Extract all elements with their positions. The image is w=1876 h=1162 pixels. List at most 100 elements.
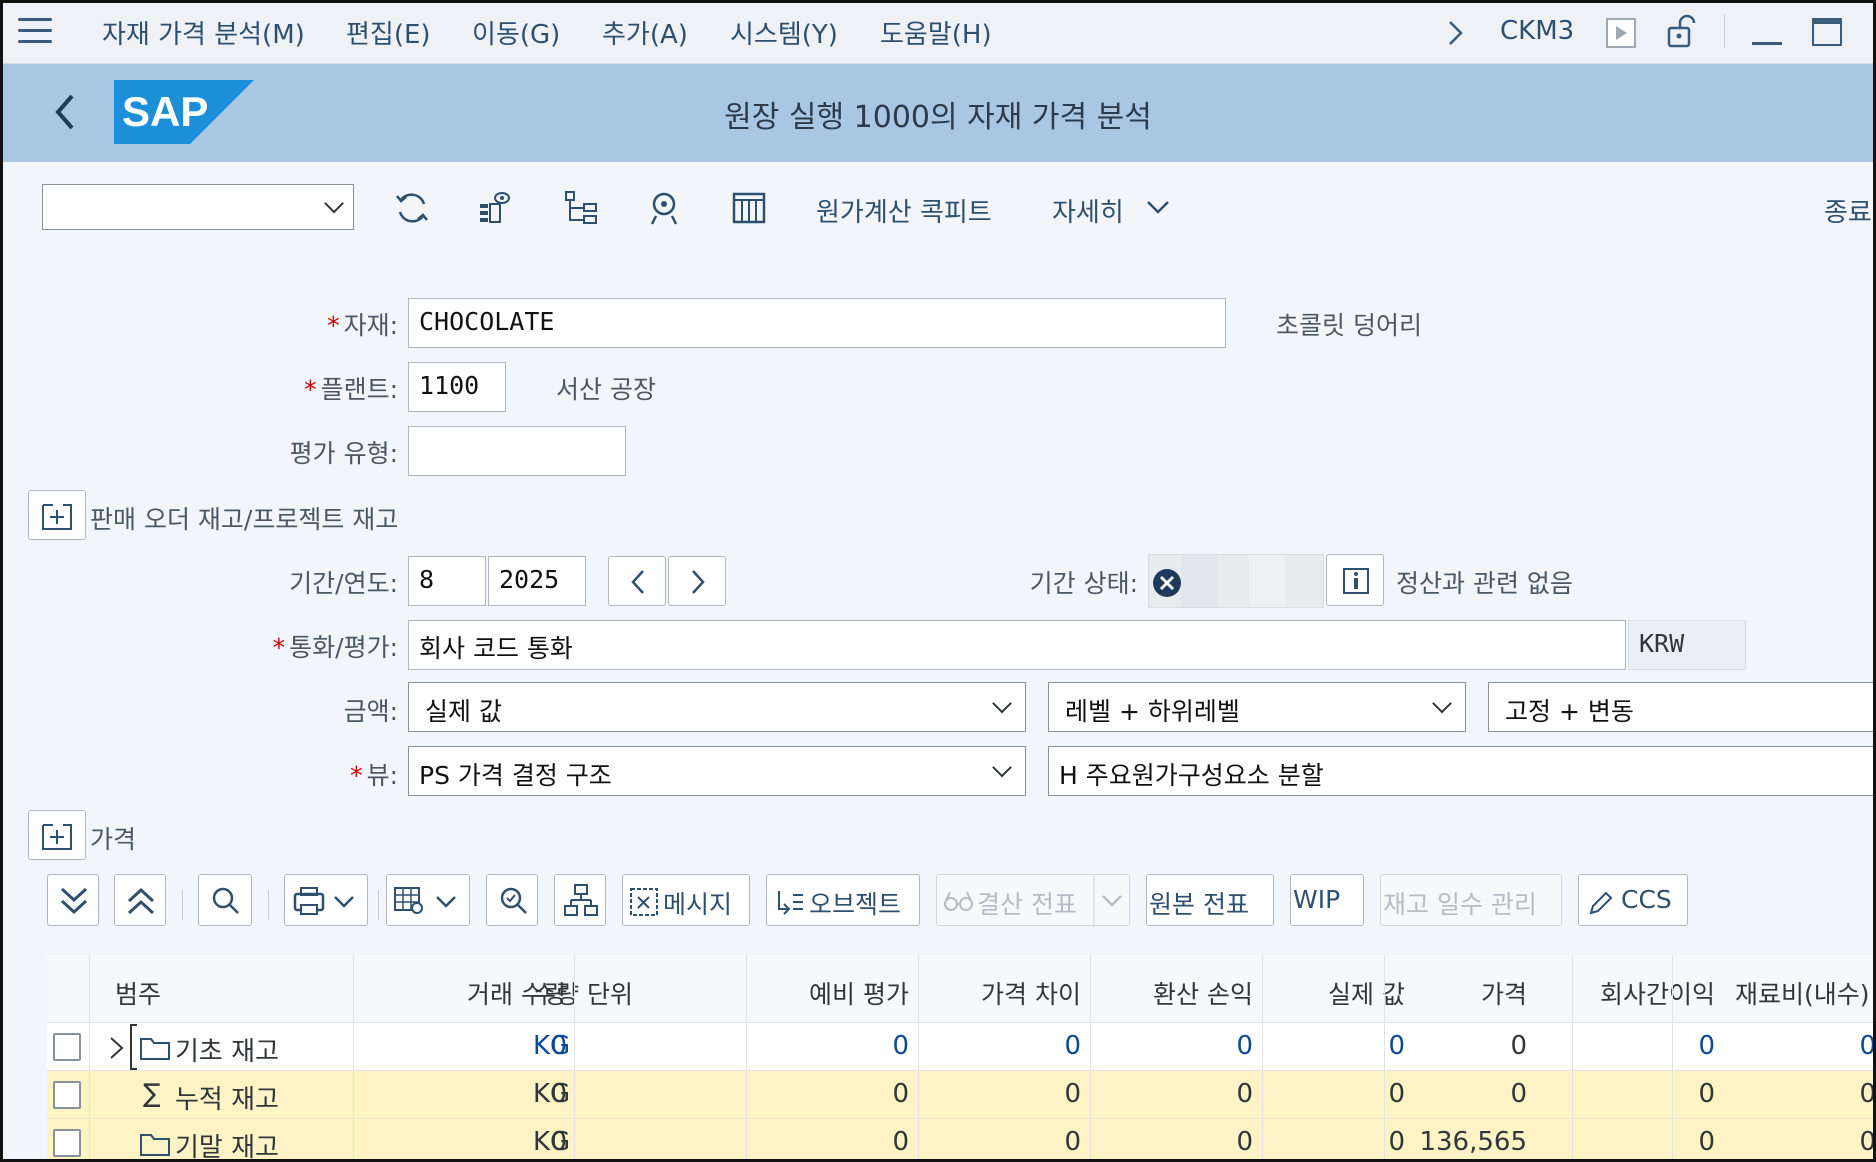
wip-label: WIP bbox=[1293, 885, 1341, 914]
chevron-right-icon bbox=[692, 570, 705, 594]
wip-button[interactable]: WIP bbox=[1290, 874, 1364, 926]
exit-button[interactable]: 종료 bbox=[1824, 192, 1872, 229]
menu-edit[interactable]: 편집(E) bbox=[346, 14, 431, 51]
layout-menu-button[interactable] bbox=[386, 874, 470, 926]
ccs-button[interactable]: CCS bbox=[1578, 874, 1688, 926]
costing-cockpit-button[interactable]: 원가계산 콕피트 bbox=[816, 192, 992, 229]
messages-button[interactable]: 메시지 bbox=[622, 874, 750, 926]
period-status-text: 정산과 관련 없음 bbox=[1396, 569, 1573, 598]
settings-tool-icon[interactable] bbox=[646, 188, 686, 228]
minimize-icon[interactable] bbox=[1752, 42, 1782, 45]
chevron-right-icon[interactable] bbox=[1446, 20, 1466, 46]
message-log-icon bbox=[630, 888, 658, 916]
transaction-code: CKM3 bbox=[1500, 16, 1575, 46]
price-section-label: 가격 bbox=[90, 825, 137, 854]
refresh-icon[interactable] bbox=[392, 188, 432, 228]
menu-bar: 자재 가격 분석(M) 편집(E) 이동(G) 추가(A) 시스템(Y) 도움말… bbox=[0, 0, 1876, 64]
maximize-icon[interactable] bbox=[1812, 18, 1842, 46]
amount-select-value: 실제 값 bbox=[425, 697, 502, 726]
table-row[interactable]: 기초 재고 0 KG 0 0 0 0 0 0 0 bbox=[47, 1023, 1876, 1071]
previous-period-button[interactable] bbox=[608, 556, 666, 606]
cost-component-select[interactable]: H 주요원가구성요소 분할 bbox=[1048, 746, 1876, 796]
unlock-icon[interactable] bbox=[1666, 14, 1698, 50]
closing-document-button: 결산 전표 bbox=[936, 874, 1130, 927]
chevron-down-icon bbox=[1093, 875, 1122, 927]
menu-material-price-analysis[interactable]: 자재 가격 분석(M) bbox=[102, 14, 305, 51]
currency-label: * 통화/평가: bbox=[272, 633, 398, 662]
column-header-intercompany-profit[interactable]: 회사간이익 bbox=[1473, 975, 1715, 1011]
display-list-icon[interactable] bbox=[476, 188, 516, 228]
plant-field[interactable]: 1100 bbox=[408, 362, 506, 412]
year-field[interactable]: 2025 bbox=[488, 556, 586, 606]
row-material-cost[interactable]: 0 bbox=[1676, 1031, 1876, 1061]
column-header-quantity[interactable]: 거래 수량 bbox=[317, 975, 567, 1011]
currency-field[interactable]: 회사 코드 통화 bbox=[408, 620, 1626, 670]
valuation-type-field[interactable] bbox=[408, 426, 626, 476]
expand-price-section-button[interactable] bbox=[28, 810, 86, 860]
menu-goto[interactable]: 이동(G) bbox=[472, 14, 560, 51]
expand-all-button[interactable] bbox=[47, 874, 99, 926]
hierarchy-icon[interactable] bbox=[562, 188, 602, 228]
currency-code: KRW bbox=[1628, 620, 1746, 670]
period-field[interactable]: 8 bbox=[408, 556, 486, 606]
row-quantity: 0 bbox=[550, 1079, 567, 1109]
title-bar: SAP 원장 실행 1000의 자재 가격 분석 bbox=[0, 64, 1876, 162]
column-divider bbox=[746, 955, 747, 1162]
row-select-checkbox[interactable] bbox=[53, 1081, 81, 1109]
ccs-label: CCS bbox=[1621, 885, 1672, 914]
menu-help[interactable]: 도움말(H) bbox=[880, 14, 992, 51]
row-category: 기말 재고 bbox=[175, 1133, 279, 1162]
variant-select[interactable] bbox=[42, 184, 354, 230]
column-header-material-cost[interactable]: 재료비(내수) bbox=[1735, 975, 1870, 1011]
print-menu-button[interactable] bbox=[284, 874, 368, 926]
table-row[interactable]: 기말 재고 0 KG 0 0 0 0 136,565 0 0 bbox=[47, 1119, 1876, 1162]
org-chart-icon bbox=[564, 884, 598, 916]
material-field[interactable]: CHOCOLATE bbox=[408, 298, 1226, 348]
column-header-category[interactable]: 범주 bbox=[115, 975, 161, 1011]
grid-settings-icon bbox=[394, 887, 456, 914]
double-chevron-down-icon bbox=[60, 887, 88, 915]
row-quantity[interactable]: 0 bbox=[317, 1031, 567, 1061]
collapse-all-button[interactable] bbox=[114, 874, 166, 926]
stock-days-button: 재고 일수 관리 bbox=[1380, 874, 1562, 926]
menu-extras[interactable]: 추가(A) bbox=[602, 14, 688, 51]
hamburger-menu-icon[interactable] bbox=[18, 18, 52, 46]
structure-button[interactable] bbox=[554, 874, 606, 926]
objects-button[interactable]: 오브젝트 bbox=[766, 874, 920, 926]
zoom-details-button[interactable] bbox=[486, 874, 538, 926]
level-select[interactable]: 레벨 + 하위레벨 bbox=[1048, 682, 1466, 732]
column-header-unit[interactable]: 수량 단위 bbox=[533, 975, 633, 1011]
info-button[interactable] bbox=[1326, 554, 1384, 606]
source-document-button[interactable]: 원본 전표 bbox=[1146, 874, 1274, 926]
table-row[interactable]: ∑ 누적 재고 0 KG 0 0 0 0 0 0 0 bbox=[47, 1071, 1876, 1119]
menu-system[interactable]: 시스템(Y) bbox=[730, 14, 838, 51]
column-divider bbox=[574, 955, 575, 1162]
messages-button-label: 메시지 bbox=[663, 890, 733, 919]
tree-bracket-icon bbox=[130, 1024, 137, 1070]
view-select[interactable]: PS 가격 결정 구조 bbox=[408, 746, 1026, 796]
chevron-down-icon[interactable] bbox=[1146, 200, 1170, 216]
expand-sales-order-stock-button[interactable] bbox=[28, 490, 86, 540]
period-year-label: 기간/연도: bbox=[289, 569, 398, 598]
table-header: 범주 거래 수량 수량 단위 예비 평가 가격 차이 환산 손익 실제 값 가격… bbox=[47, 955, 1876, 1023]
view-label: * 뷰: bbox=[350, 761, 398, 790]
level-select-value: 레벨 + 하위레벨 bbox=[1065, 697, 1240, 726]
search-button[interactable] bbox=[198, 874, 252, 926]
expand-chevron-icon[interactable] bbox=[107, 1035, 127, 1061]
amount-select[interactable]: 실제 값 bbox=[408, 682, 1026, 732]
menu-divider bbox=[1724, 14, 1725, 48]
fixed-variable-select-value: 고정 + 변동 bbox=[1505, 697, 1634, 726]
toolbar-divider bbox=[182, 890, 183, 920]
fixed-variable-select[interactable]: 고정 + 변동 bbox=[1488, 682, 1876, 732]
period-status-indicator bbox=[1148, 554, 1324, 608]
more-button[interactable]: 자세히 bbox=[1052, 192, 1124, 229]
layout-columns-icon[interactable] bbox=[730, 188, 770, 228]
row-category: 기초 재고 bbox=[175, 1037, 279, 1067]
row-select-checkbox[interactable] bbox=[53, 1033, 81, 1061]
info-icon bbox=[1343, 568, 1369, 594]
magnify-check-icon bbox=[500, 887, 527, 914]
execute-icon[interactable] bbox=[1606, 18, 1636, 48]
cost-component-select-value: H 주요원가구성요소 분할 bbox=[1059, 761, 1324, 790]
next-period-button[interactable] bbox=[668, 556, 726, 606]
row-select-checkbox[interactable] bbox=[53, 1129, 81, 1157]
